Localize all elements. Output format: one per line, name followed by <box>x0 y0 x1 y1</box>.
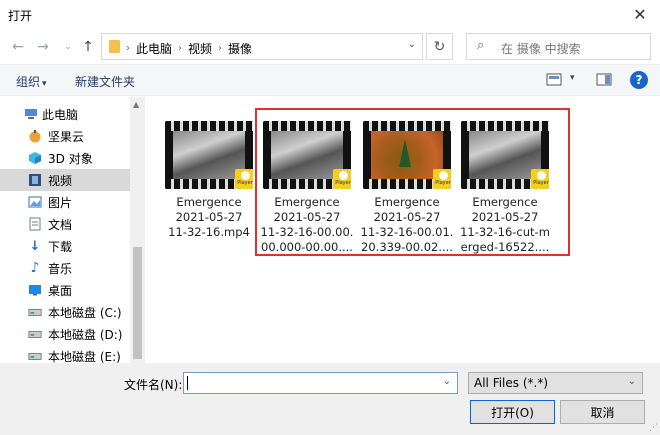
nutstore-icon <box>28 129 42 143</box>
navigation-bar: ← → ⌄ ↑ › 此电脑 › 视频 › 摄像 ⌄ ↻ ⌕ 在 摄像 中搜索 <box>0 30 660 64</box>
drive-icon <box>28 327 42 341</box>
filename-label: 文件名(N): <box>124 378 183 392</box>
breadcrumb-separator-icon: › <box>178 43 183 54</box>
sidebar-item-music[interactable]: ♪ 音乐 <box>0 257 130 279</box>
sidebar-item-documents[interactable]: 文档 <box>0 213 130 235</box>
file-name: Emergence 2021-05-27 11-32-16.mp4 <box>168 195 250 239</box>
chevron-down-icon[interactable]: ⌄ <box>628 376 636 387</box>
breadcrumb-separator-icon: › <box>126 43 130 54</box>
documents-icon <box>28 217 42 231</box>
drive-icon <box>28 349 42 363</box>
open-button[interactable]: 打开(O) <box>470 400 555 424</box>
title-bar: 打开 ✕ <box>0 0 660 30</box>
sidebar-item-drive-d[interactable]: 本地磁盘 (D:) <box>0 323 130 345</box>
desktop-icon <box>28 283 42 297</box>
refresh-icon: ↻ <box>433 38 446 55</box>
3d-objects-icon <box>28 151 42 165</box>
folder-icon <box>109 40 120 53</box>
filename-input[interactable]: ⌄ <box>183 372 458 394</box>
player-badge-icon: Player <box>235 169 253 189</box>
sidebar-item-label: 桌面 <box>48 283 73 298</box>
sidebar-item-label: 本地磁盘 (D:) <box>48 327 123 342</box>
sidebar-item-label: 文档 <box>48 217 73 232</box>
close-icon[interactable]: ✕ <box>630 4 650 24</box>
forward-arrow-icon[interactable]: → <box>35 38 51 56</box>
file-type-select[interactable]: All Files (*.*) ⌄ <box>468 372 643 394</box>
sidebar-item-drive-c[interactable]: 本地磁盘 (C:) <box>0 301 130 323</box>
videos-icon <box>28 173 42 187</box>
file-item[interactable]: Player Emergence 2021-05-27 11-32-16.mp4 <box>161 121 257 240</box>
help-icon[interactable]: ? <box>630 71 648 89</box>
sidebar-item-label: 坚果云 <box>48 129 85 144</box>
breadcrumb-item[interactable]: 视频 <box>188 40 212 57</box>
sidebar-item-label: 3D 对象 <box>48 151 93 166</box>
video-thumbnail: Player <box>165 121 253 189</box>
sidebar-item-desktop[interactable]: 桌面 <box>0 279 130 301</box>
breadcrumb-item[interactable]: 此电脑 <box>136 40 172 57</box>
text-caret <box>187 376 188 390</box>
sidebar-item-label: 本地磁盘 (C:) <box>48 305 122 320</box>
caret-down-icon: ▾ <box>42 79 47 89</box>
sidebar-scrollbar[interactable]: ▲ <box>130 97 145 363</box>
chevron-down-icon[interactable]: ⌄ <box>443 376 451 387</box>
back-arrow-icon[interactable]: ← <box>10 38 26 56</box>
pc-icon <box>24 107 38 121</box>
view-dropdown-icon[interactable]: ▾ <box>570 73 575 83</box>
sidebar-item-3d-objects[interactable]: 3D 对象 <box>0 147 130 169</box>
refresh-button[interactable]: ↻ <box>426 33 453 60</box>
resize-grip-icon[interactable]: ⋰ <box>649 423 658 433</box>
film-strip <box>165 121 253 131</box>
search-box[interactable]: ⌕ 在 摄像 中搜索 <box>466 33 651 60</box>
sidebar-item-drive-e[interactable]: 本地磁盘 (E:) <box>0 345 130 363</box>
sidebar-item-label: 下载 <box>48 239 73 254</box>
preview-pane-icon[interactable] <box>596 72 614 88</box>
sidebar-item-label: 图片 <box>48 195 73 210</box>
breadcrumb-item[interactable]: 摄像 <box>228 40 252 57</box>
downloads-icon: ↓ <box>29 238 41 254</box>
scrollbar-thumb[interactable] <box>133 247 142 359</box>
drive-icon <box>28 305 42 319</box>
chevron-down-icon[interactable]: ⌄ <box>408 39 416 50</box>
organize-menu[interactable]: 组织 ▾ <box>16 73 47 90</box>
search-icon: ⌕ <box>477 38 485 53</box>
breadcrumb: › 此电脑 › 视频 › 摄像 <box>126 40 252 57</box>
sidebar-item-label: 音乐 <box>48 261 73 276</box>
file-type-value: All Files (*.*) <box>474 376 549 390</box>
cancel-button[interactable]: 取消 <box>560 400 645 424</box>
pictures-icon <box>28 195 42 209</box>
sidebar-item-label: 视频 <box>48 173 73 188</box>
window-title: 打开 <box>8 9 33 23</box>
sidebar-item-downloads[interactable]: ↓ 下载 <box>0 235 130 257</box>
search-input[interactable]: 在 摄像 中搜索 <box>501 40 581 57</box>
recent-chevron-icon[interactable]: ⌄ <box>60 38 76 56</box>
selection-highlight <box>255 108 570 256</box>
sidebar-item-nutstore[interactable]: 坚果云 <box>0 125 130 147</box>
organize-label: 组织 <box>16 75 41 89</box>
sidebar-item-pictures[interactable]: 图片 <box>0 191 130 213</box>
navigation-pane: 此电脑 坚果云 3D 对象 视频 图片 文档 ↓ 下载 ♪ 音乐 桌面 本地磁盘… <box>0 97 145 363</box>
file-list: Player Emergence 2021-05-27 11-32-16.mp4 P… <box>145 97 660 363</box>
sidebar-item-this-pc[interactable]: 此电脑 <box>0 103 130 125</box>
music-icon: ♪ <box>30 260 40 276</box>
scroll-up-icon[interactable]: ▲ <box>133 100 139 109</box>
view-options-icon[interactable] <box>546 72 564 88</box>
sidebar-item-label: 本地磁盘 (E:) <box>48 349 121 364</box>
up-arrow-icon[interactable]: ↑ <box>80 38 96 56</box>
sidebar-item-label: 此电脑 <box>42 107 79 122</box>
breadcrumb-separator-icon: › <box>218 43 223 54</box>
new-folder-button[interactable]: 新建文件夹 <box>75 73 135 90</box>
address-bar[interactable]: › 此电脑 › 视频 › 摄像 ⌄ <box>101 33 423 60</box>
sidebar-item-videos[interactable]: 视频 <box>0 169 130 191</box>
command-bar: 组织 ▾ 新建文件夹 ▾ ? <box>0 64 660 96</box>
dialog-footer: 文件名(N): ⌄ All Files (*.*) ⌄ 打开(O) 取消 ⋰ <box>0 363 660 435</box>
